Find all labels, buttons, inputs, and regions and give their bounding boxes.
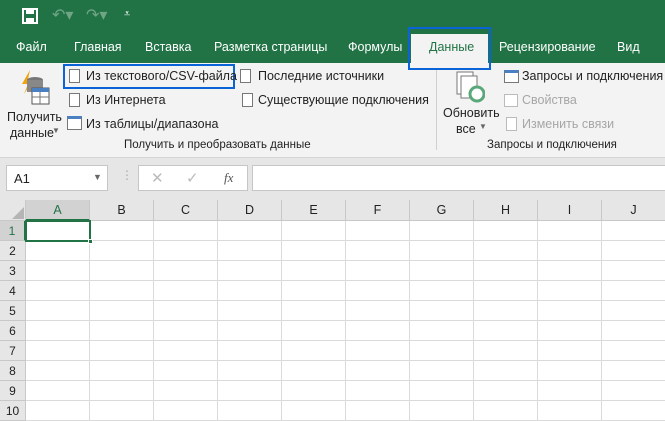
group-label-queries: Запросы и подключения [487, 139, 617, 151]
column-header-E[interactable]: E [282, 200, 346, 221]
cancel-icon[interactable]: ✕ [151, 169, 164, 187]
table-icon [67, 116, 82, 130]
queries-icon [504, 70, 519, 83]
get-data-button[interactable]: Получить данные ▼ [7, 68, 62, 146]
from-csv-button[interactable]: Из текстового/CSV-файла [86, 69, 237, 83]
chevron-down-icon[interactable]: ▼ [93, 172, 102, 182]
redo-icon[interactable]: ↷▾ [86, 5, 107, 25]
refresh-icon [456, 71, 485, 103]
from-table-button[interactable]: Из таблицы/диапазона [86, 117, 218, 131]
grid-line [345, 221, 346, 421]
formula-buttons: ✕ ✓ fx [138, 165, 248, 191]
text-file-icon [69, 69, 80, 83]
recent-sources-icon [240, 69, 251, 83]
ribbon-tabs: Файл Главная Вставка Разметка страницы Ф… [0, 32, 665, 63]
grid-line [26, 360, 665, 361]
refresh-all-button[interactable]: Обновить все ▼ [442, 68, 500, 138]
selected-cell-a1[interactable] [25, 220, 91, 242]
dropdown-arrow-icon: ▼ [52, 126, 60, 135]
grid-line [26, 380, 665, 381]
existing-connections-icon [242, 93, 253, 107]
queries-connections-button[interactable]: Запросы и подключения [522, 69, 663, 83]
grid-line [89, 221, 90, 421]
properties-icon [504, 94, 518, 107]
grid-line [153, 221, 154, 421]
grid-line [409, 221, 410, 421]
row-header-4[interactable]: 4 [0, 281, 26, 301]
row-header-1[interactable]: 1 [0, 221, 26, 241]
grid-line [217, 221, 218, 421]
tab-formulas[interactable]: Формулы [348, 40, 402, 54]
fill-handle[interactable] [88, 239, 93, 244]
row-header-7[interactable]: 7 [0, 341, 26, 361]
formula-input[interactable] [252, 165, 665, 191]
column-header-A[interactable]: A [26, 200, 90, 221]
grid-line [26, 240, 665, 241]
row-header-8[interactable]: 8 [0, 361, 26, 381]
row-header-10[interactable]: 10 [0, 401, 26, 421]
refresh-all-label2: все [456, 122, 476, 136]
column-header-I[interactable]: I [538, 200, 602, 221]
splitter-handle[interactable]: ⋮ [121, 168, 133, 182]
tab-view[interactable]: Вид [617, 40, 640, 54]
enter-icon[interactable]: ✓ [186, 169, 199, 187]
web-file-icon [69, 93, 80, 107]
grid-line [601, 221, 602, 421]
group-divider [436, 68, 437, 150]
from-web-button[interactable]: Из Интернета [86, 93, 166, 107]
column-header-C[interactable]: C [154, 200, 218, 221]
customize-qat-icon[interactable]: ⩡ [124, 8, 130, 21]
ribbon: Получить данные ▼ Из текстового/CSV-файл… [0, 63, 665, 158]
edit-links-icon [506, 117, 517, 131]
tab-insert[interactable]: Вставка [145, 40, 191, 54]
grid-line [26, 400, 665, 401]
row-header-5[interactable]: 5 [0, 301, 26, 321]
name-box-value: A1 [14, 171, 30, 186]
insert-function-icon[interactable]: fx [224, 170, 233, 186]
tab-file[interactable]: Файл [16, 40, 47, 54]
properties-button[interactable]: Свойства [522, 93, 577, 107]
title-bar: ↶▾ ↷▾ ⩡ [0, 0, 665, 32]
grid-line [26, 340, 665, 341]
tab-review[interactable]: Рецензирование [499, 40, 596, 54]
select-all-button[interactable] [0, 200, 26, 221]
save-icon[interactable] [22, 8, 38, 24]
grid-line [281, 221, 282, 421]
row-header-9[interactable]: 9 [0, 381, 26, 401]
undo-icon[interactable]: ↶▾ [52, 5, 73, 25]
get-data-label: Получить [7, 110, 62, 124]
column-header-F[interactable]: F [346, 200, 410, 221]
spreadsheet-grid: A B C D E F G H I J 1 2 3 4 5 6 7 8 9 10 [0, 200, 665, 421]
row-header-6[interactable]: 6 [0, 321, 26, 341]
grid-line [537, 221, 538, 421]
column-header-D[interactable]: D [218, 200, 282, 221]
get-data-label2: данные [10, 126, 54, 140]
name-box[interactable]: A1 ▼ [6, 165, 108, 191]
grid-line [26, 300, 665, 301]
row-header-3[interactable]: 3 [0, 261, 26, 281]
group-label-get-transform: Получить и преобразовать данные [124, 139, 311, 151]
edit-links-button[interactable]: Изменить связи [522, 117, 614, 131]
row-header-2[interactable]: 2 [0, 241, 26, 261]
grid-line [26, 260, 665, 261]
grid-line [26, 320, 665, 321]
highlight-data-tab [408, 27, 491, 70]
column-header-B[interactable]: B [90, 200, 154, 221]
column-header-H[interactable]: H [474, 200, 538, 221]
column-header-G[interactable]: G [410, 200, 474, 221]
tab-home[interactable]: Главная [74, 40, 122, 54]
column-header-J[interactable]: J [602, 200, 665, 221]
formula-bar: A1 ▼ ⋮ ✕ ✓ fx [0, 158, 665, 200]
grid-line [473, 221, 474, 421]
get-data-icon [22, 70, 50, 105]
grid-line [26, 280, 665, 281]
recent-sources-button[interactable]: Последние источники [258, 69, 384, 83]
tab-page-layout[interactable]: Разметка страницы [214, 40, 327, 54]
existing-connections-button[interactable]: Существующие подключения [258, 93, 429, 107]
dropdown-arrow-icon: ▼ [479, 122, 487, 131]
refresh-all-label: Обновить [443, 106, 500, 120]
